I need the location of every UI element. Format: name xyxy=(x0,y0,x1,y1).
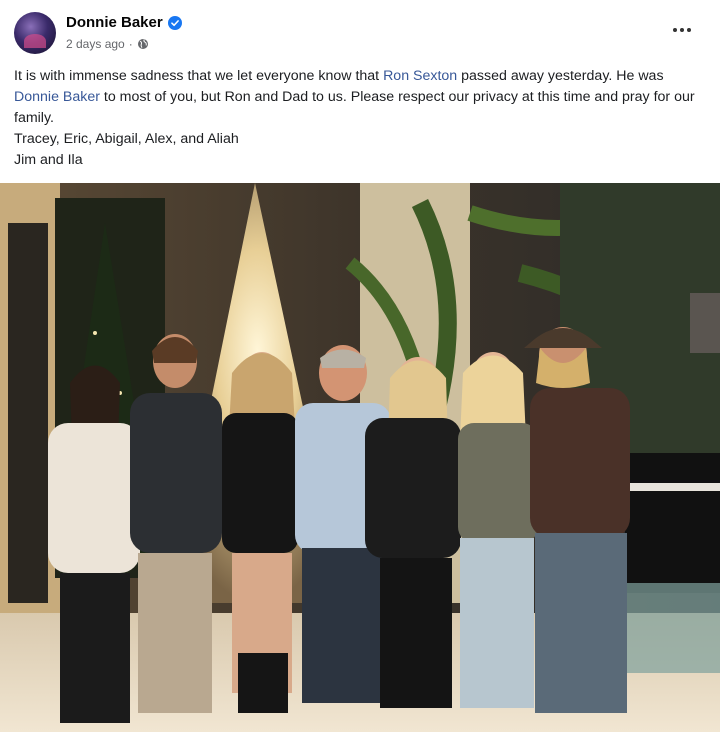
post-photo[interactable] xyxy=(0,183,720,732)
post-meta: 2 days ago · xyxy=(66,37,149,51)
message-text-2: passed away yesterday. He was xyxy=(457,68,664,84)
author-avatar[interactable] xyxy=(14,12,56,54)
meta-separator: · xyxy=(128,37,133,51)
message-text-3: to most of you, but Ron and Dad to us. P… xyxy=(14,89,695,126)
message-family-names-2: Jim and Ila xyxy=(14,152,83,168)
author-name[interactable]: Donnie Baker xyxy=(66,14,163,31)
verified-badge-icon xyxy=(167,15,182,30)
post-timestamp[interactable]: 2 days ago xyxy=(66,37,125,51)
more-options-icon[interactable] xyxy=(668,20,696,40)
post-message: It is with immense sadness that we let e… xyxy=(14,66,706,171)
mention-link-ron-sexton[interactable]: Ron Sexton xyxy=(383,68,457,84)
message-family-names: Tracey, Eric, Abigail, Alex, and Aliah xyxy=(14,131,239,147)
globe-icon[interactable] xyxy=(137,38,149,50)
family-group-photo xyxy=(0,183,720,732)
message-text-1: It is with immense sadness that we let e… xyxy=(14,68,384,84)
author-name-row: Donnie Baker xyxy=(66,14,182,31)
post-header: Donnie Baker 2 days ago · xyxy=(14,12,706,56)
mention-link-donnie-baker[interactable]: Donnie Baker xyxy=(14,89,100,105)
facebook-post: Donnie Baker 2 days ago · It is with imm… xyxy=(0,0,720,732)
message-paragraph: It is with immense sadness that we let e… xyxy=(14,66,706,129)
